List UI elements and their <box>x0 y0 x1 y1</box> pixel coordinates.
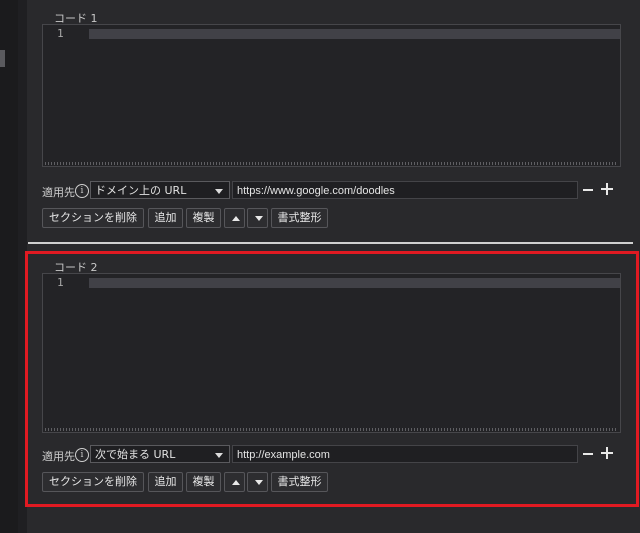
apply-label: 適用先 <box>42 186 75 199</box>
match-type-value: ドメイン上の URL <box>95 184 187 197</box>
add-icon[interactable] <box>601 183 613 195</box>
button-row-1: セクションを削除 追加 複製 書式整形 <box>42 208 620 228</box>
scrollbar-thumb[interactable] <box>0 50 5 67</box>
add-button[interactable]: 追加 <box>148 208 183 228</box>
left-panel <box>0 0 18 533</box>
move-down-button[interactable] <box>247 208 268 228</box>
code-editor[interactable]: 1 <box>42 24 621 167</box>
remove-icon[interactable] <box>583 189 593 191</box>
format-button[interactable]: 書式整形 <box>271 208 328 228</box>
line-number: 1 <box>57 27 64 40</box>
active-line <box>89 29 620 39</box>
highlight-box <box>25 251 639 507</box>
match-type-select[interactable]: ドメイン上の URL <box>90 181 230 199</box>
resize-handle[interactable] <box>45 162 618 165</box>
move-down-icon <box>255 216 263 221</box>
duplicate-button[interactable]: 複製 <box>186 208 221 228</box>
chevron-down-icon <box>215 189 223 194</box>
delete-section-button[interactable]: セクションを削除 <box>42 208 144 228</box>
move-up-icon <box>232 216 240 221</box>
move-up-button[interactable] <box>224 208 245 228</box>
section-divider <box>28 242 633 244</box>
apply-row-1: 適用先 i ドメイン上の URL https://www.google.com/… <box>42 181 620 201</box>
url-input[interactable]: https://www.google.com/doodles <box>232 181 578 199</box>
info-icon[interactable]: i <box>75 184 89 198</box>
